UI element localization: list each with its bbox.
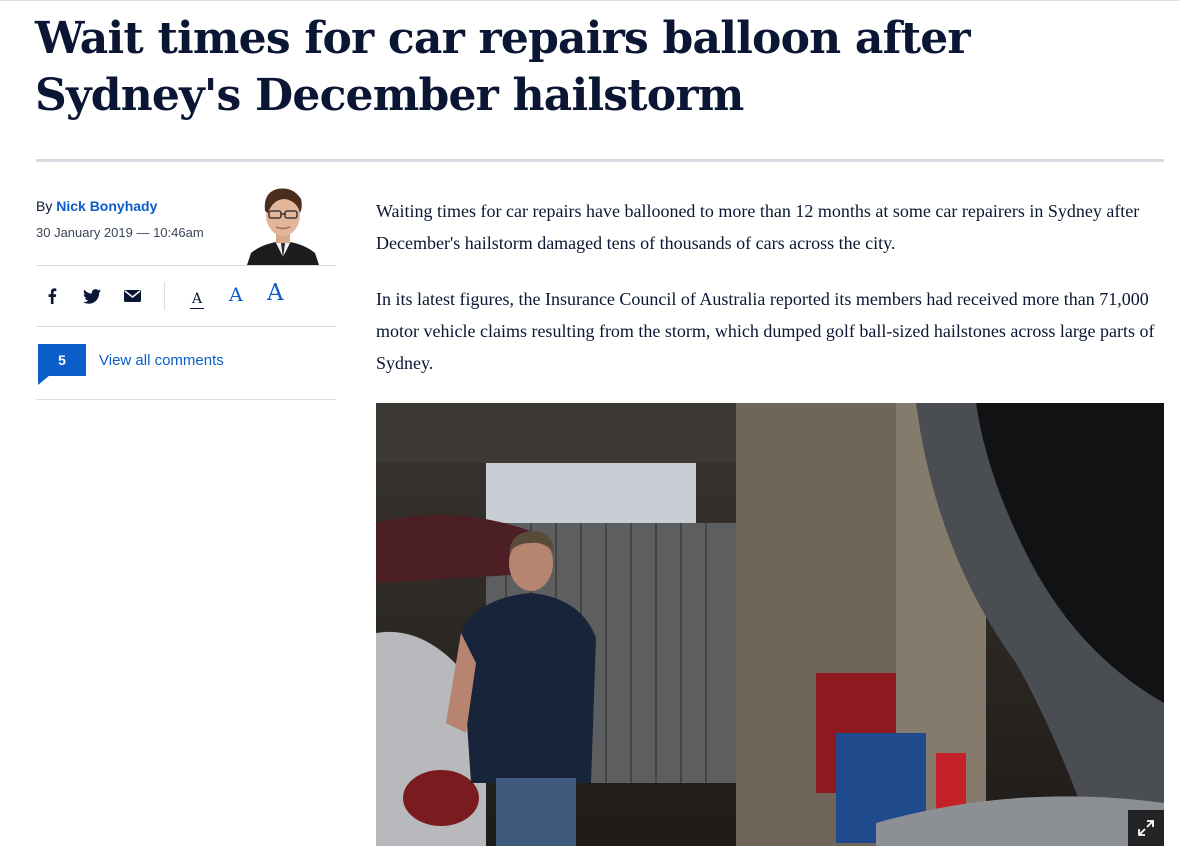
comment-bubble-tail (38, 375, 50, 385)
author-avatar (245, 183, 321, 265)
twitter-icon[interactable] (80, 284, 104, 308)
sidebar-divider (36, 326, 336, 327)
font-size-medium-button[interactable]: A (229, 284, 243, 306)
headline-rule (36, 159, 1164, 162)
byline: By Nick Bonyhady (36, 198, 157, 214)
expand-image-button[interactable] (1128, 810, 1164, 846)
font-size-large-button[interactable]: A (267, 280, 284, 306)
view-comments-link[interactable]: View all comments (99, 352, 224, 369)
share-toolbar: A A A (36, 266, 336, 326)
article-paragraph: Waiting times for car repairs have ballo… (376, 201, 1140, 253)
toolbar-divider (164, 282, 165, 310)
byline-prefix: By (36, 198, 53, 214)
facebook-icon[interactable] (40, 284, 64, 308)
comments-section: 5 View all comments (36, 344, 336, 385)
article-paragraph: In its latest figures, the Insurance Cou… (376, 289, 1155, 373)
publish-date: 30 January 2019 — 10:46am (36, 225, 204, 240)
article-headline: Wait times for car repairs balloon after… (35, 13, 971, 121)
expand-icon (1138, 820, 1154, 836)
author-link[interactable]: Nick Bonyhady (56, 198, 157, 214)
comment-count-badge[interactable]: 5 (38, 344, 86, 376)
sidebar-divider (36, 399, 336, 400)
font-size-small-button[interactable]: A (190, 290, 205, 309)
email-icon[interactable] (120, 284, 144, 308)
top-border (0, 0, 1179, 1)
article-photo (376, 403, 1164, 846)
